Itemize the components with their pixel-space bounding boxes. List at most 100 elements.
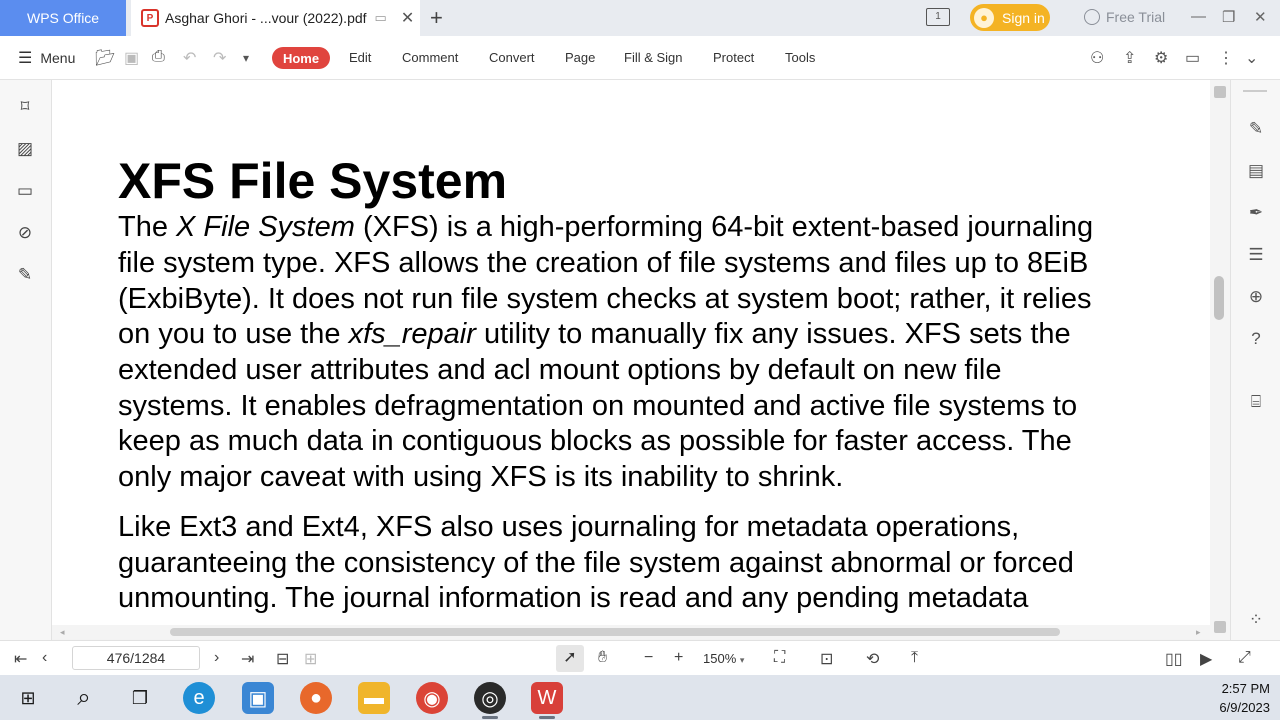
chrome-icon[interactable]: ◉ (416, 682, 448, 714)
tab-home[interactable]: Home (272, 47, 330, 69)
tab-edit[interactable]: Edit (349, 50, 371, 65)
document-edit-icon[interactable]: ▤ (1245, 161, 1267, 183)
read-mode-icon[interactable]: ▯▯ (1165, 649, 1183, 669)
tab-tools[interactable]: Tools (785, 50, 815, 65)
edit-icon[interactable]: ✎ (1245, 119, 1267, 141)
help-icon[interactable]: ? (1245, 329, 1267, 351)
close-tab-icon[interactable]: ✕ (401, 8, 414, 28)
paragraph-line: systems. It enables defragmentation on m… (118, 390, 1078, 422)
page-number-input[interactable]: 476/1284 (72, 646, 200, 670)
zoom-out-icon[interactable]: − (644, 649, 653, 667)
paragraph-line: guaranteeing the consistency of the file… (118, 547, 1074, 579)
search-icon[interactable]: ⌕ (68, 682, 100, 714)
minimize-icon[interactable]: — (1191, 8, 1206, 25)
scroll-down-arrow[interactable] (1214, 621, 1226, 633)
play-icon[interactable]: ▶ (1200, 649, 1212, 669)
signature-icon[interactable]: ✎ (14, 265, 36, 287)
zoom-level-select[interactable]: 150% ▾ (703, 651, 744, 666)
page-layout-icon[interactable]: ⊡ (820, 649, 833, 669)
tab-protect[interactable]: Protect (713, 50, 754, 65)
undo-icon[interactable]: ↶ (183, 48, 196, 68)
open-folder-icon[interactable]: 📂︎ (95, 48, 115, 68)
horizontal-scrollbar[interactable]: ◂ ▸ (52, 625, 1210, 639)
previous-page-icon[interactable]: ‹ (42, 649, 47, 667)
zoom-in-icon[interactable]: + (674, 649, 683, 667)
scroll-left-arrow[interactable]: ◂ (60, 627, 65, 638)
settings-icon[interactable]: ⚙ (1154, 48, 1168, 68)
tab-convert[interactable]: Convert (489, 50, 535, 65)
vertical-scroll-thumb[interactable] (1214, 276, 1224, 320)
print-icon[interactable]: ⎙ (152, 48, 165, 66)
collapse-ribbon-icon[interactable]: ⌄ (1245, 48, 1258, 68)
upload-icon[interactable]: ⤒ (911, 649, 918, 667)
list-format-icon[interactable]: ☰ (1245, 245, 1267, 267)
search-icon[interactable]: ⊕ (1245, 287, 1267, 309)
new-tab-icon[interactable]: + (430, 5, 443, 31)
clock-time: 2:57 PM (1221, 681, 1270, 696)
tab-comment[interactable]: Comment (402, 50, 458, 65)
title-bar: WPS Office P Asghar Ghori - ...vour (202… (0, 0, 1280, 36)
reading-mode-icon[interactable]: 1 (926, 8, 950, 26)
fullscreen-icon[interactable]: ⤢ (1238, 649, 1251, 667)
sign-in-label: Sign in (1002, 9, 1045, 26)
share-user-icon[interactable]: ⚇ (1090, 48, 1104, 68)
attachment-icon[interactable]: ⊘ (14, 223, 36, 245)
page-heading: XFS File System (118, 153, 508, 209)
task-view-icon[interactable]: ❐ (124, 682, 156, 714)
back-view-icon[interactable]: ⊟ (276, 649, 289, 669)
thumbnail-icon[interactable]: ▨ (14, 139, 36, 161)
hand-tool-icon[interactable]: ✋︎ (598, 649, 607, 667)
hamburger-icon: ☰ (18, 50, 33, 67)
free-trial-button[interactable]: Free Trial (1084, 9, 1165, 25)
drag-handle[interactable] (1243, 90, 1267, 92)
more-icon[interactable]: ⋮ (1218, 48, 1234, 68)
sign-in-button[interactable]: ● Sign in (970, 4, 1050, 31)
feedback-icon[interactable]: ▭ (1185, 48, 1200, 68)
store-icon[interactable]: ▣ (242, 682, 274, 714)
redo-icon[interactable]: ↷ (213, 48, 226, 68)
scroll-up-arrow[interactable] (1214, 86, 1226, 98)
last-page-icon[interactable]: ⇥ (241, 649, 254, 669)
pdf-icon: P (141, 9, 159, 27)
screen-icon[interactable]: ▭ (375, 10, 387, 26)
tab-page[interactable]: Page (565, 50, 595, 65)
vertical-scrollbar[interactable] (1210, 80, 1230, 640)
fit-page-icon[interactable]: ⛶ (774, 649, 785, 667)
tab-fill-sign[interactable]: Fill & Sign (624, 50, 683, 65)
first-page-icon[interactable]: ⇤ (14, 649, 27, 669)
menu-button[interactable]: ☰ Menu (18, 48, 75, 68)
file-explorer-icon[interactable]: ▬ (358, 682, 390, 714)
next-page-icon[interactable]: › (214, 649, 219, 667)
edge-browser-icon[interactable]: e (183, 682, 215, 714)
scroll-right-arrow[interactable]: ▸ (1196, 627, 1201, 638)
obs-icon[interactable]: ◎ (474, 682, 506, 719)
comment-icon[interactable]: ▭ (14, 181, 36, 203)
wps-office-taskbar-icon[interactable]: W (531, 682, 563, 719)
free-trial-label: Free Trial (1106, 9, 1166, 25)
restore-icon[interactable]: ❐ (1222, 8, 1235, 26)
pen-icon[interactable]: ✒ (1245, 203, 1267, 225)
customize-dropdown-icon[interactable]: ▾ (243, 51, 249, 65)
right-sidebar: ✎ ▤ ✒ ☰ ⊕ ? ⌸ ⁘ (1230, 80, 1280, 640)
system-clock[interactable]: 2:57 PM 6/9/2023 (1200, 679, 1270, 717)
document-tab[interactable]: P Asghar Ghori - ...vour (2022).pdf ▭ ✕ (131, 0, 420, 36)
firefox-icon[interactable]: ● (300, 682, 332, 714)
export-icon[interactable]: ⇪ (1123, 48, 1136, 68)
rotate-icon[interactable]: ⟲ (866, 649, 879, 669)
wps-office-tab[interactable]: WPS Office (0, 0, 126, 36)
save-icon[interactable]: ▣ (124, 48, 139, 68)
windows-start-icon[interactable]: ⊞ (12, 682, 44, 714)
tab-home-label: Home (282, 50, 320, 66)
close-window-icon[interactable]: ✕ (1254, 8, 1267, 26)
translate-icon[interactable]: ⌸ (1245, 392, 1267, 414)
document-page[interactable]: XFS File System The X File System (XFS) … (52, 80, 1210, 628)
free-trial-icon (1084, 9, 1100, 25)
left-sidebar: ⌑ ▨ ▭ ⊘ ✎ (0, 80, 52, 640)
windows-taskbar: ⊞ ⌕ ❐ e ▣ ● ▬ ◉ ◎ W 2:57 PM 6/9/2023 (0, 675, 1280, 720)
forward-view-icon[interactable]: ⊞ (304, 649, 317, 669)
paragraph-line: Like Ext3 and Ext4, XFS also uses journa… (118, 511, 1020, 543)
select-tool-icon[interactable]: ➚ (556, 645, 584, 672)
apps-grid-icon[interactable]: ⁘ (1245, 610, 1267, 632)
bookmark-icon[interactable]: ⌑ (14, 97, 36, 119)
horizontal-scroll-thumb[interactable] (170, 628, 1060, 636)
